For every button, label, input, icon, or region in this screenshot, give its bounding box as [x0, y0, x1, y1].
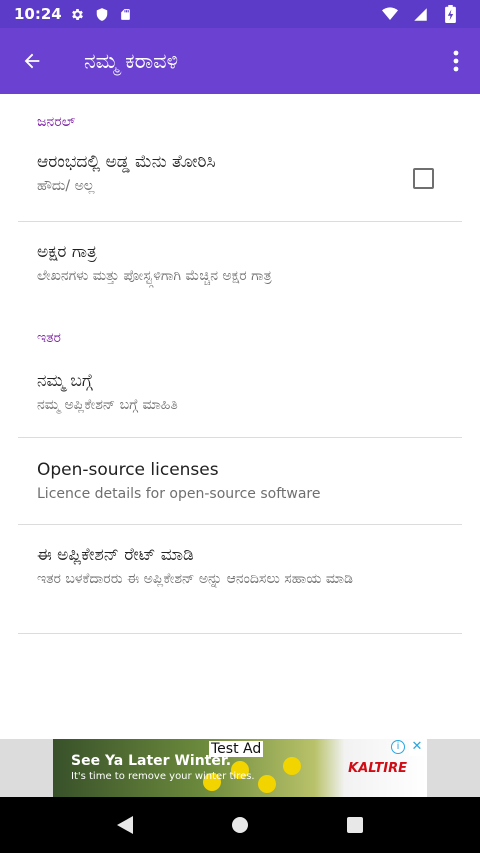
pref-title: Open-source licenses	[37, 460, 219, 480]
sd-card-icon	[118, 6, 134, 22]
settings-list: ಜನರಲ್ ಆರಂಭದಲ್ಲಿ ಅಡ್ಡ ಮೆನು ತೋರಿಸಿ ಹೌದು/ ಅ…	[0, 94, 480, 739]
battery-charging-icon	[442, 5, 458, 23]
pref-summary: ಲೇಖನಗಳು ಮತ್ತು ಪೋಸ್ಟ್ಗಳಿಗಾಗಿ ಮೆಚ್ಚಿನ ಅಕ್ಷ…	[37, 268, 272, 284]
nav-back-icon	[117, 816, 134, 834]
category-general: ಜನರಲ್	[37, 114, 76, 130]
pref-title: ಆರಂಭದಲ್ಲಿ ಅಡ್ಡ ಮೆನು ತೋರಿಸಿ	[37, 152, 216, 172]
pref-title: ಅಕ್ಷರ ಗಾತ್ರ	[37, 242, 97, 262]
app-title: ನಮ್ಮ ಕರಾವಳಿ	[84, 48, 179, 73]
flower-image	[258, 775, 276, 793]
nav-back-button[interactable]	[105, 805, 145, 845]
pref-summary: ಹೌದು/ ಅಲ್ಲ	[37, 178, 95, 194]
signal-icon	[412, 6, 428, 22]
divider	[18, 221, 462, 222]
more-vert-icon	[453, 50, 459, 72]
divider	[18, 633, 462, 634]
flower-image	[283, 757, 301, 775]
ad-banner[interactable]: See Ya Later Winter. It's time to remove…	[53, 739, 427, 797]
pref-font-size[interactable]: ಅಕ್ಷರ ಗಾತ್ರ ಲೇಖನಗಳು ಮತ್ತು ಪೋಸ್ಟ್ಗಳಿಗಾಗಿ …	[0, 240, 480, 286]
pref-show-drawer[interactable]: ಆರಂಭದಲ್ಲಿ ಅಡ್ಡ ಮೆನು ತೋರಿಸಿ ಹೌದು/ ಅಲ್ಲ	[0, 150, 480, 196]
shield-icon	[94, 6, 110, 22]
nav-recents-icon	[346, 817, 363, 833]
pref-summary: ನಮ್ಮ ಅಪ್ಲಿಕೇಶನ್ ಬಗ್ಗೆ ಮಾಹಿತಿ	[37, 397, 178, 413]
nav-recents-button[interactable]	[335, 805, 375, 845]
arrow-back-icon	[24, 53, 40, 69]
pref-rate-app[interactable]: ಈ ಅಪ್ಲಿಕೇಶನ್ ರೇಟ್ ಮಾಡಿ ಇತರ ಬಳಕೆದಾರರು ಈ ಅ…	[0, 543, 480, 589]
ad-close-icon[interactable]: ✕	[409, 740, 425, 756]
gear-icon	[70, 6, 86, 22]
app-bar: ನಮ್ಮ ಕರಾವಳಿ	[0, 28, 480, 94]
divider	[18, 437, 462, 438]
category-other: ಇತರ	[37, 330, 61, 346]
system-nav-bar	[0, 797, 480, 853]
drawer-checkbox[interactable]	[413, 168, 434, 189]
pref-title: ನಮ್ಮ ಬಗ್ಗೆ	[37, 371, 93, 391]
back-button[interactable]	[0, 28, 64, 94]
wifi-icon	[382, 6, 398, 22]
ad-subline: It's time to remove your winter tires.	[71, 771, 255, 782]
pref-title: ಈ ಅಪ್ಲಿಕೇಶನ್ ರೇಟ್ ಮಾಡಿ	[37, 545, 194, 565]
status-time: 10:24	[14, 5, 62, 23]
pref-summary: ಇತರ ಬಳಕೆದಾರರು ಈ ಅಪ್ಲಿಕೇಶನ್ ಅನ್ನು ಆನಂದಿಸಲ…	[37, 571, 353, 587]
divider	[18, 524, 462, 525]
overflow-menu-button[interactable]	[432, 28, 480, 94]
ad-brand-logo: KALTIRE	[348, 761, 407, 776]
nav-home-icon	[231, 817, 248, 833]
ad-info-icon[interactable]: i	[391, 740, 405, 754]
pref-summary: Licence details for open-source software	[37, 486, 321, 502]
ad-headline: See Ya Later Winter.	[71, 753, 232, 769]
ad-container: See Ya Later Winter. It's time to remove…	[0, 739, 480, 797]
status-bar: 10:24	[0, 0, 480, 28]
test-ad-label: Test Ad	[209, 741, 264, 757]
pref-about-us[interactable]: ನಮ್ಮ ಬಗ್ಗೆ ನಮ್ಮ ಅಪ್ಲಿಕೇಶನ್ ಬಗ್ಗೆ ಮಾಹಿತಿ	[0, 369, 480, 415]
pref-open-source-licenses[interactable]: Open-source licenses Licence details for…	[0, 458, 480, 504]
nav-home-button[interactable]	[220, 805, 260, 845]
